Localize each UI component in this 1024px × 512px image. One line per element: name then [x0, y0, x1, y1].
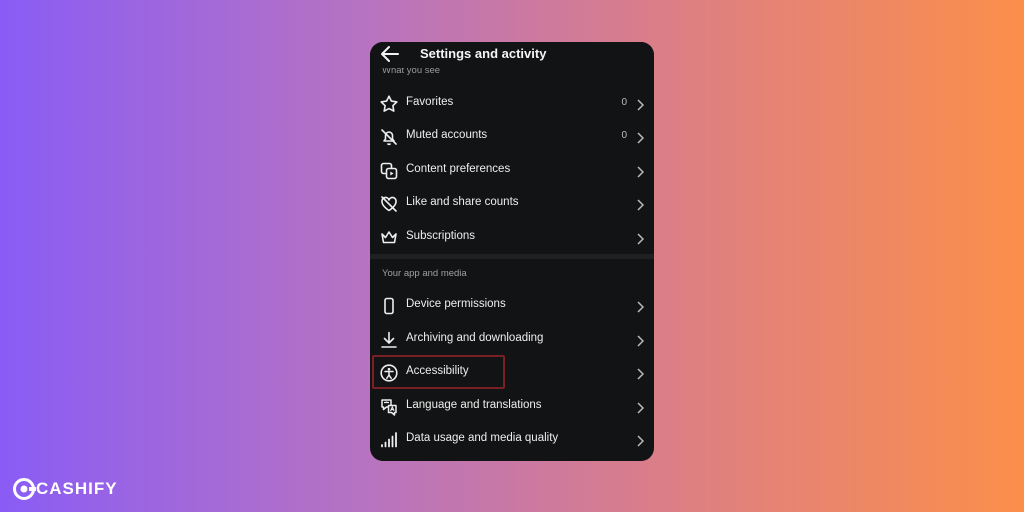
signal-bars-icon: [379, 430, 399, 450]
menu-item-label: Subscriptions: [406, 230, 476, 242]
menu-item-language-and-translations[interactable]: Language and translations: [370, 391, 654, 423]
muted-bell-icon: [379, 127, 399, 147]
chevron-right-icon: [636, 198, 645, 211]
menu-item-subscriptions[interactable]: Subscriptions: [370, 222, 654, 254]
chevron-right-icon: [636, 131, 645, 144]
chevron-right-icon: [636, 98, 645, 111]
menu-item-label: Like and share counts: [406, 196, 519, 208]
menu-item-label: Archiving and downloading: [406, 332, 544, 344]
menu-item-label: Content preferences: [406, 163, 511, 175]
accessibility-highlight-box: [372, 355, 505, 389]
phone-icon: [379, 296, 399, 316]
download-icon: [379, 330, 399, 350]
chevron-right-icon: [636, 300, 645, 313]
menu-item-like-and-share-counts[interactable]: Like and share counts: [370, 188, 654, 220]
chevron-right-icon: [636, 367, 645, 380]
chevron-right-icon: [636, 232, 645, 245]
crown-icon: [379, 228, 399, 248]
menu-item-muted-accounts[interactable]: Muted accounts 0: [370, 121, 654, 153]
menu-item-label: Language and translations: [406, 399, 542, 411]
item-count: 0: [621, 130, 627, 141]
heart-off-icon: [379, 194, 399, 214]
menu-item-device-permissions[interactable]: Device permissions: [370, 290, 654, 322]
menu-item-label: Muted accounts: [406, 129, 488, 141]
chevron-right-icon: [636, 165, 645, 178]
item-count: 0: [621, 97, 627, 108]
menu-item-label: Data usage and media quality: [406, 432, 559, 444]
chevron-right-icon: [636, 401, 645, 414]
content-preferences-icon: [379, 161, 399, 181]
cashify-logo-icon: [12, 477, 36, 501]
star-icon: [379, 94, 399, 114]
chevron-right-icon: [636, 434, 645, 447]
arrow-left-icon[interactable]: [380, 45, 400, 63]
translate-icon: [379, 397, 399, 417]
page-title: Settings and activity: [420, 46, 547, 61]
menu-item-data-usage-and-media-quality[interactable]: Data usage and media quality: [370, 424, 654, 456]
settings-screen: Settings and activity What you see Favor…: [370, 42, 654, 461]
section-divider: [370, 254, 654, 259]
section-header-your-app-and-media: Your app and media: [382, 268, 467, 279]
menu-item-archiving-and-downloading[interactable]: Archiving and downloading: [370, 324, 654, 356]
menu-item-label: Favorites: [406, 96, 454, 108]
menu-item-label: Device permissions: [406, 298, 506, 310]
menu-item-favorites[interactable]: Favorites 0: [370, 88, 654, 120]
brand-name: CASHIFY: [36, 479, 118, 498]
menu-item-content-preferences[interactable]: Content preferences: [370, 155, 654, 187]
chevron-right-icon: [636, 334, 645, 347]
top-bar: Settings and activity: [370, 42, 654, 68]
